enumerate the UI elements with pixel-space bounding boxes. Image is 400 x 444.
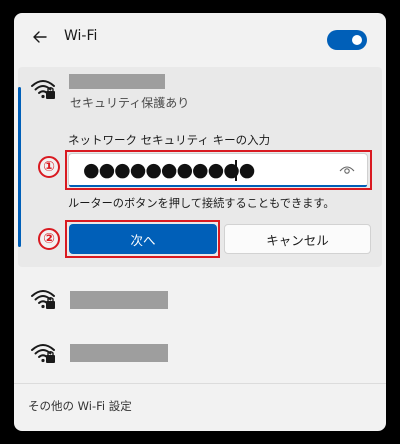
wifi-secured-icon [31, 80, 55, 99]
network-item-connecting: セキュリティ保護あり ネットワーク セキュリティ キーの入力 ●●●●●●●●●… [18, 67, 382, 267]
page-title: Wi-Fi [64, 28, 98, 44]
wifi-secured-icon [31, 290, 55, 309]
wifi-secured-icon [31, 344, 55, 363]
wifi-toggle[interactable] [327, 30, 367, 50]
wifi-flyout: Wi-Fi セキュリティ保護あり ネットワーク セキュリティ キーの入力 ●●●… [14, 13, 386, 431]
toggle-knob [352, 35, 362, 45]
callout-number-2: ② [38, 228, 60, 250]
flyout-header: Wi-Fi [14, 13, 386, 65]
selection-indicator [18, 87, 21, 247]
network-item[interactable] [14, 325, 386, 381]
cancel-button[interactable]: キャンセル [224, 224, 371, 254]
network-name-redacted [70, 344, 168, 362]
network-name-redacted [70, 291, 168, 309]
security-status: セキュリティ保護あり [70, 96, 190, 110]
callout-box-password [65, 150, 372, 190]
back-arrow-icon[interactable] [32, 29, 48, 45]
footer-divider [14, 383, 386, 384]
callout-box-next [65, 220, 220, 258]
callout-number-1: ① [38, 156, 60, 178]
network-name-redacted [69, 74, 165, 89]
wps-hint: ルーターのボタンを押して接続することもできます。 [68, 197, 335, 210]
more-wifi-settings-link[interactable]: その他の Wi-Fi 設定 [28, 398, 132, 414]
network-item[interactable] [14, 271, 386, 327]
password-label: ネットワーク セキュリティ キーの入力 [68, 133, 271, 147]
